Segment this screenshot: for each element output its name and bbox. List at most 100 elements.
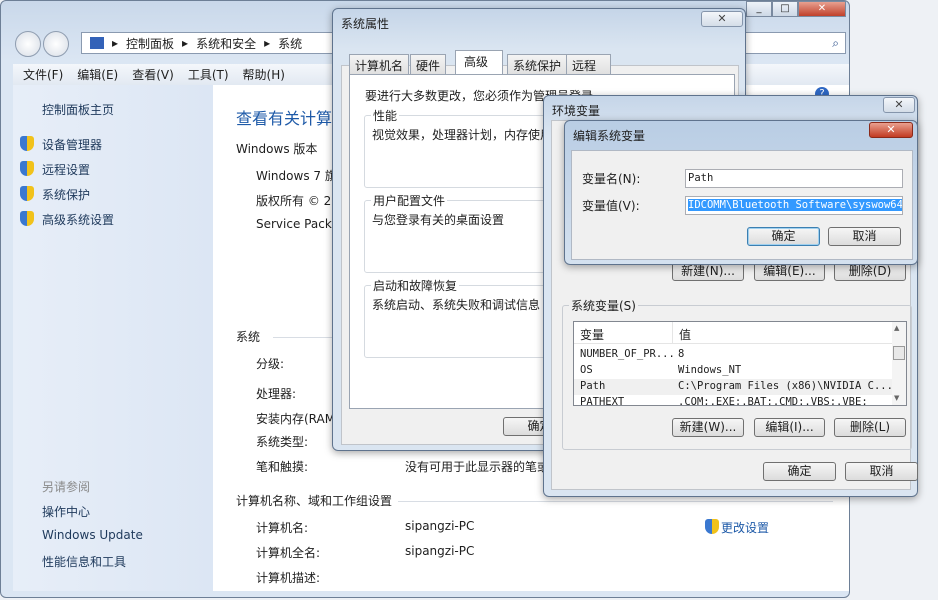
dialog-title: 环境变量 [552,104,601,118]
scrollbar[interactable]: ▲ ▼ [892,322,906,405]
windows-edition-header: Windows 版本 [236,142,318,156]
control-panel-icon [90,37,104,49]
ok-button[interactable]: 确定 [747,227,820,246]
sidebar-home-link[interactable]: 控制面板主页 [42,101,114,118]
tab-computer-name[interactable]: 计算机名 [349,54,410,74]
selected-text: IDCOMM\Bluetooth Software\syswow64; [688,199,902,211]
rating-label: 分级: [256,357,285,371]
row-value: .COM;.EXE;.BAT;.CMD;.VBS;.VBE; [678,396,868,406]
link-performance-tools[interactable]: 性能信息和工具 [42,553,126,570]
breadcrumb-system[interactable]: 系统 [278,35,302,52]
row-name: OS [580,364,593,376]
see-also-heading: 另请参阅 [42,480,91,494]
uac-shield-icon [20,211,34,226]
menu-file[interactable]: 文件(F) [23,66,63,83]
back-button[interactable] [15,31,41,57]
sidebar-advanced-settings[interactable]: 高级系统设置 [42,211,114,228]
row-name: PATHEXT [580,396,625,406]
variable-name-input[interactable]: Path [685,169,903,188]
close-icon[interactable]: ✕ [701,11,743,27]
menu-help[interactable]: 帮助(H) [243,66,285,83]
full-name-label: 计算机全名: [256,546,321,560]
scrollbar-thumb[interactable] [893,346,905,360]
description-label: 计算机描述: [256,571,321,585]
computer-name-value: sipangzi-PC [405,519,475,533]
row-name: Path [580,380,606,392]
link-action-center[interactable]: 操作中心 [42,503,90,520]
group-label: 启动和故障恢复 [371,277,460,294]
tab-advanced[interactable]: 高级 [455,50,504,75]
group-description: 视觉效果，处理器计划，内存使用 [372,128,553,142]
system-variables-list[interactable]: 变量 值 NUMBER_OF_PR... 8 OS Windows_NT Path C… [573,321,907,406]
maximize-button[interactable]: □ [772,1,798,17]
ram-label: 安装内存(RAM [256,412,336,426]
row-value: 8 [678,348,685,360]
variable-value-label: 变量值(V): [582,199,640,213]
system-edit-button[interactable]: 编辑(I)... [754,418,825,437]
system-delete-button[interactable]: 删除(L) [834,418,906,437]
column-header-value[interactable]: 值 [679,326,691,343]
uac-shield-icon [20,186,34,201]
sidebar-device-manager[interactable]: 设备管理器 [42,136,102,153]
list-row-selected[interactable]: Path C:\Program Files (x86)\NVIDIA C... [574,379,893,395]
cancel-button[interactable]: 取消 [845,462,918,481]
change-settings-link[interactable]: 更改设置 [721,519,769,536]
minimize-button[interactable]: _ [746,1,772,17]
edit-system-variable-dialog: 编辑系统变量 ✕ 变量名(N): 变量值(V): Path IDCOMM\Blu… [564,120,918,265]
breadcrumb-arrow-icon: ▸ [264,36,271,50]
dialog-body: 变量名(N): 变量值(V): Path IDCOMM\Bluetooth So… [571,150,913,260]
pen-touch-label: 笔和触摸: [256,460,309,474]
row-value: C:\Program Files (x86)\NVIDIA C... [678,380,893,392]
variable-name-label: 变量名(N): [582,172,641,186]
list-row[interactable]: OS Windows_NT [574,363,892,379]
menu-view[interactable]: 查看(V) [132,66,174,83]
breadcrumb-arrow-icon: ▸ [112,36,119,50]
row-value: Windows_NT [678,364,742,376]
system-new-button[interactable]: 新建(W)... [672,418,744,437]
dialog-title: 编辑系统变量 [573,129,646,143]
sidebar: 控制面板主页 设备管理器 远程设置 系统保护 高级系统设置 另请参阅 操作中心 … [13,85,213,591]
group-label: 系统变量(S) [569,297,638,314]
system-header: 系统 [236,330,261,344]
scroll-up-icon[interactable]: ▲ [894,324,899,332]
uac-shield-icon [705,519,719,534]
row-name: NUMBER_OF_PR... [580,348,675,360]
breadcrumb-control-panel[interactable]: 控制面板 [126,35,174,52]
breadcrumb-arrow-icon: ▸ [182,36,189,50]
uac-shield-icon [20,161,34,176]
computer-name-header: 计算机名称、域和工作组设置 [236,494,393,508]
close-icon[interactable]: ✕ [883,97,915,113]
ok-button[interactable]: 确定 [763,462,836,481]
processor-label: 处理器: [256,387,297,401]
close-button[interactable]: ✕ [798,1,846,17]
variable-value-input[interactable]: IDCOMM\Bluetooth Software\syswow64; [685,196,903,215]
sidebar-remote-settings[interactable]: 远程设置 [42,161,90,178]
scroll-down-icon[interactable]: ▼ [894,394,899,402]
service-pack: Service Pack [256,217,332,231]
menu-edit[interactable]: 编辑(E) [77,66,118,83]
breadcrumb-system-security[interactable]: 系统和安全 [196,35,256,52]
forward-button[interactable] [43,31,69,57]
full-name-value: sipangzi-PC [405,544,475,558]
cancel-button[interactable]: 取消 [828,227,901,246]
close-icon[interactable]: ✕ [869,122,913,138]
group-label: 用户配置文件 [371,192,448,209]
search-icon[interactable]: ⌕ [832,36,839,51]
page-title: 查看有关计算 [236,109,333,128]
dialog-title: 系统属性 [341,17,390,31]
column-header-variable[interactable]: 变量 [580,326,604,343]
sidebar-system-protection[interactable]: 系统保护 [42,186,90,203]
list-row[interactable]: PATHEXT .COM;.EXE;.BAT;.CMD;.VBS;.VBE; [574,395,892,406]
edition-name: Windows 7 旗 [256,169,337,183]
computer-name-label: 计算机名: [256,521,309,535]
list-header: 变量 值 [574,322,892,344]
tab-hardware[interactable]: 硬件 [410,54,447,74]
tab-system-protection[interactable]: 系统保护 [507,54,568,74]
system-type-label: 系统类型: [256,435,309,449]
link-windows-update[interactable]: Windows Update [42,528,143,542]
list-row[interactable]: NUMBER_OF_PR... 8 [574,347,892,363]
menu-tools[interactable]: 工具(T) [188,66,229,83]
tab-remote[interactable]: 远程 [566,54,612,74]
uac-shield-icon [20,136,34,151]
group-description: 与您登录有关的桌面设置 [372,213,505,227]
